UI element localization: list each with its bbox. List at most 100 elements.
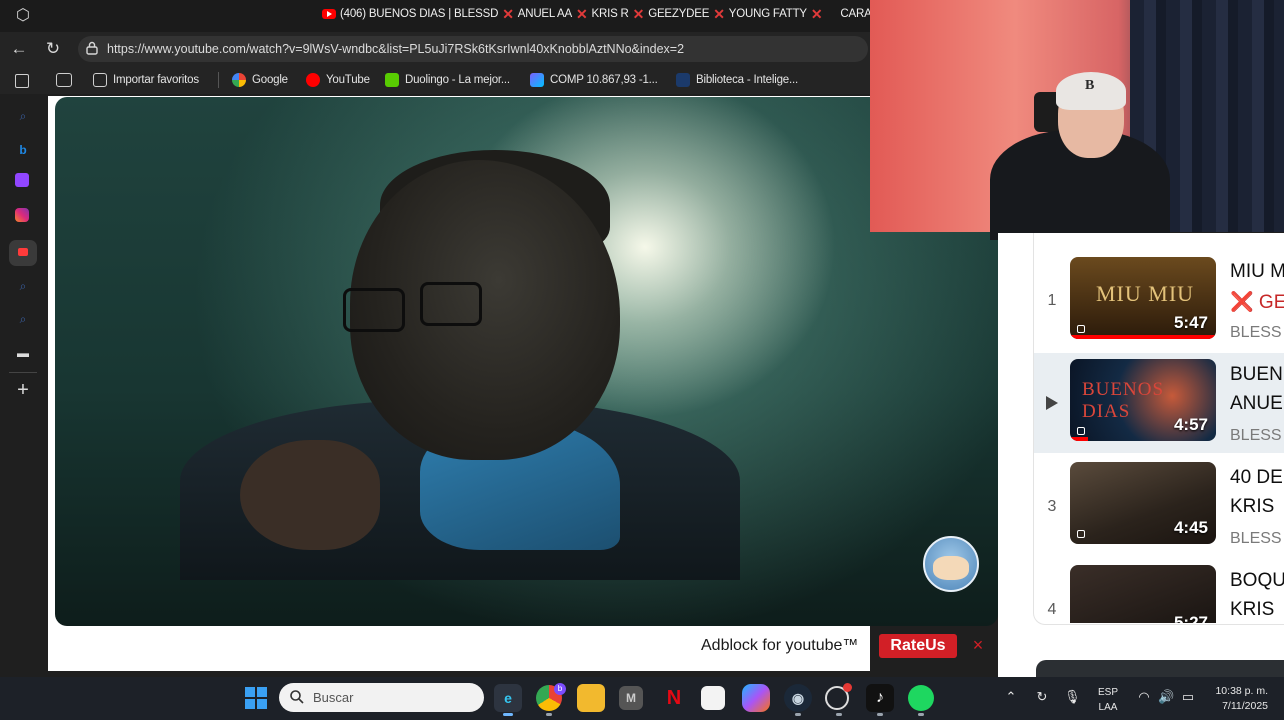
app-m-icon[interactable]: M — [619, 686, 643, 710]
keyboard-layout: LAA — [1098, 702, 1118, 713]
playlist-thumbnail[interactable]: MIU MIU 5:47 — [1070, 257, 1216, 339]
running-indicator — [877, 713, 883, 716]
time-text: 10:38 p. m. — [1215, 685, 1268, 697]
channel-name[interactable]: BLESS — [1230, 324, 1282, 342]
file-explorer-icon[interactable] — [577, 684, 605, 712]
sync-icon[interactable]: ↻ — [1034, 689, 1050, 705]
bookmark-biblioteca[interactable]: Biblioteca - Intelige... — [676, 73, 798, 87]
language-code: ESP — [1098, 687, 1119, 698]
playlist-thumbnail[interactable]: 5:27 — [1070, 565, 1216, 623]
battery-icon[interactable]: ▭ — [1180, 689, 1196, 705]
running-indicator — [836, 713, 842, 716]
cross-mark-icon: ✕ — [632, 6, 645, 22]
cross-mark-icon: ✕ — [810, 6, 823, 22]
copilot-icon[interactable] — [742, 684, 770, 712]
chevron-up-icon[interactable]: ⌃ — [1003, 689, 1019, 705]
edge-icon[interactable]: e — [494, 684, 522, 712]
bookmark-label: COMP 10.867,93 -1... — [550, 74, 658, 86]
tab-title-part: GEEZYDEE — [648, 8, 710, 20]
video-frame-glasses — [343, 288, 405, 332]
active-indicator — [503, 713, 513, 716]
volume-icon[interactable]: 🔊 — [1158, 689, 1174, 705]
cross-mark-icon: ✕ — [502, 6, 514, 22]
playlist-index: 4 — [1047, 601, 1057, 618]
active-tab[interactable]: (406) BUENOS DIAS | BLESSD ✕ ANUEL AA ✕ … — [322, 6, 897, 22]
bookmark-import[interactable]: Importar favoritos — [93, 73, 199, 87]
playlist-thumbnail[interactable]: 4:45 — [1070, 462, 1216, 544]
rate-us-button[interactable]: RateUs — [879, 634, 957, 658]
now-playing-icon — [1046, 396, 1058, 410]
tab-title-part: YOUNG FATTY — [728, 8, 807, 20]
bookmark-youtube[interactable]: YouTube — [306, 73, 370, 87]
duolingo-icon — [385, 73, 399, 87]
bookmark-comp[interactable]: COMP 10.867,93 -1... — [530, 73, 658, 87]
language-indicator[interactable]: ESP LAA — [1098, 685, 1118, 715]
divider — [218, 72, 219, 88]
mini-player-icon — [1077, 427, 1085, 435]
playlist-title[interactable]: 40 DE — [1230, 467, 1283, 489]
search-icon[interactable]: ⌕ — [13, 106, 33, 126]
reload-icon[interactable]: ↻ — [43, 39, 63, 59]
playlist-thumbnail[interactable]: BUENOS DIAS 4:57 — [1070, 359, 1216, 441]
notification-badge-icon: b — [554, 683, 566, 695]
close-icon[interactable]: × — [970, 635, 986, 655]
tab-actions-icon[interactable] — [15, 74, 29, 88]
clock[interactable]: 10:38 p. m. 7/11/2025 — [1208, 684, 1268, 714]
playlist-title[interactable]: ANUE — [1230, 393, 1283, 415]
duration-badge: 5:27 — [1173, 613, 1208, 623]
steam-icon[interactable]: ◉ — [784, 684, 812, 712]
lock-icon[interactable] — [86, 41, 98, 55]
search-icon[interactable]: ⌕ — [13, 309, 33, 329]
watermark-face — [933, 556, 969, 580]
playlist-index: 3 — [1047, 498, 1057, 515]
search-placeholder: Buscar — [313, 690, 354, 705]
youtube-icon — [322, 9, 336, 19]
playlist-title[interactable]: BOQU — [1230, 570, 1284, 592]
add-icon[interactable]: + — [13, 380, 33, 400]
channel-name[interactable]: BLESS — [1230, 427, 1282, 445]
running-indicator — [918, 713, 924, 716]
tab-title-part: KRIS R — [591, 8, 629, 20]
duration-badge: 4:57 — [1173, 415, 1208, 434]
windows-start-icon[interactable] — [245, 687, 267, 709]
cap-logo: B — [1085, 78, 1095, 93]
running-indicator — [546, 713, 552, 716]
watch-progress — [1070, 437, 1088, 441]
workspaces-icon[interactable]: ⬡ — [14, 7, 32, 25]
wifi-icon[interactable]: ◠ — [1136, 689, 1152, 705]
url-text[interactable]: https://www.youtube.com/watch?v=9lWsV-wn… — [107, 42, 684, 56]
mini-player-icon — [1077, 530, 1085, 538]
bookmark-label: Importar favoritos — [113, 74, 199, 86]
search-icon — [290, 690, 304, 704]
netflix-icon[interactable]: N — [660, 684, 688, 712]
tab-title-part: (406) BUENOS DIAS | BLESSD — [340, 8, 499, 20]
bookmark-google[interactable]: Google — [232, 73, 288, 87]
adblock-label: Adblock for youtube™ — [701, 637, 859, 654]
spotify-icon[interactable] — [908, 685, 934, 711]
store-icon[interactable] — [701, 686, 725, 710]
playlist-title[interactable]: MIU M — [1230, 261, 1284, 283]
search-icon[interactable]: ⌕ — [13, 276, 33, 296]
playlist-title[interactable]: KRIS — [1230, 496, 1274, 518]
duration-badge: 5:47 — [1173, 313, 1208, 332]
tiktok-icon[interactable]: ♪ — [866, 684, 894, 712]
youtube-icon — [18, 248, 28, 256]
back-arrow-icon[interactable]: ← — [9, 39, 29, 59]
taskbar-search-input[interactable] — [279, 683, 484, 712]
playlist-title[interactable]: BUEN — [1230, 364, 1283, 386]
recording-dot-icon — [843, 683, 852, 692]
playlist-title[interactable]: KRIS — [1230, 599, 1274, 621]
twitch-icon[interactable] — [15, 173, 29, 187]
bookmark-label: YouTube — [326, 74, 370, 86]
playlist-title[interactable]: ❌ GE — [1230, 290, 1284, 314]
channel-name[interactable]: BLESS — [1230, 530, 1282, 548]
tiktok-sidebar-icon[interactable]: ▬ — [13, 343, 33, 363]
microphone-icon[interactable]: 🎙 — [1064, 689, 1081, 705]
bookmark-duolingo[interactable]: Duolingo - La mejor... — [385, 73, 510, 87]
bing-icon[interactable]: b — [13, 140, 33, 160]
instagram-icon[interactable] — [15, 208, 29, 222]
thumbnail-text: MIU MIU — [1096, 281, 1195, 306]
reading-view-icon[interactable] — [56, 73, 72, 87]
bookmark-label: Google — [252, 74, 288, 86]
youtube-icon — [306, 73, 320, 87]
